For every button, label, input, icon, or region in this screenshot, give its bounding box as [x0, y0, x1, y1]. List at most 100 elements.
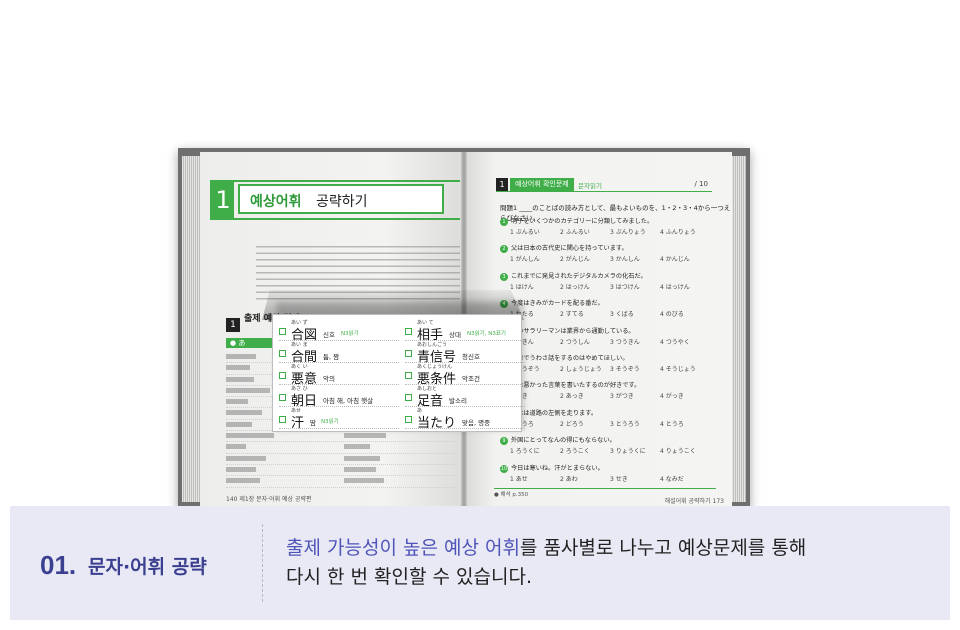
- quiz-choice: 4 りょうこく: [660, 448, 696, 456]
- quiz-choice: 4 ふんりょう: [660, 229, 696, 236]
- feature-line2: 다시 한 번 확인할 수 있습니다.: [286, 566, 532, 588]
- quiz-subtag: 문자읽기: [578, 182, 602, 190]
- checkbox-icon: [405, 416, 412, 423]
- chapter-header: 1 예상어휘 공략하기: [210, 180, 460, 220]
- vocab-meaning: 상대: [449, 331, 461, 339]
- checkbox-icon: [279, 394, 286, 401]
- checkbox-icon: [405, 394, 412, 401]
- vocab-kanji: 当たり: [417, 416, 457, 431]
- quiz-choice: 3 かんしん: [610, 256, 640, 264]
- quiz-choice: 3 くばる: [610, 311, 634, 319]
- quiz-item-number: 10: [500, 464, 508, 473]
- quiz-choice: 3 せき: [610, 475, 628, 483]
- quiz-item-number: 3: [500, 272, 508, 281]
- quiz-choice: 4 とうろ: [660, 420, 684, 428]
- vocab-entry: あくじょうけん 悪条件 악조건: [405, 363, 525, 387]
- feature-number: 01.: [40, 550, 77, 580]
- quiz-choice: 4 はっけん: [660, 283, 690, 291]
- quiz-item-text: 父は日本の古代史に関心を持っています。: [511, 245, 628, 253]
- quiz-choice: 3 そうぞう: [610, 365, 640, 373]
- quiz-item-line: 4今度はきみがカードを配る番だ。: [500, 298, 714, 309]
- quiz-choice: 2 つうしん: [560, 338, 590, 346]
- quiz-item-number: 1: [500, 218, 508, 226]
- quiz-choice: 1 ろうくに: [510, 448, 540, 456]
- quiz-choice: 4 なみだ: [660, 475, 684, 483]
- quiz-item: 9 外国にとってなんの得にもならない。 1 ろうくに 2 ろうこく 3 りょうくに 4 り…: [500, 435, 714, 462]
- quiz-item-text: 電車でうわさ話をするのはやめてほしい。: [511, 354, 629, 362]
- checkbox-icon: [405, 350, 412, 357]
- quiz-choice: 3 はつけん: [610, 283, 640, 291]
- vocab-entry: あさ ひ朝日 아침 해, 아침 햇살: [279, 385, 399, 409]
- quiz-item: 10 今日は寒いね。汗がとまらない。 1 あせ 2 あわ 3 せき 4 なみだ: [500, 463, 714, 490]
- feature-line1-rest: 를 품사별로 나누고 예상문제를 통해: [519, 537, 807, 559]
- feature-highlight: 출제 가능성이 높은 예상 어휘: [286, 537, 520, 559]
- vocab-entry: あ当たり 맞음, 명중: [405, 407, 525, 431]
- checkbox-icon: [405, 328, 412, 335]
- vocab-meaning: 땀: [310, 419, 316, 427]
- quiz-items: 1 明子をいくつかのカテゴリーに分類してみました。 1 ぶんるい 2 ふんるい 3 ぶん…: [500, 216, 714, 490]
- quiz-item: 3 これまでに発見されたデジタルカメラの化石だ。 1 はけん 2 はっけん 3 はつけん…: [500, 271, 714, 298]
- checkbox-icon: [279, 416, 286, 423]
- right-page-number: 해설어휘 공략하기 173: [664, 498, 724, 505]
- quiz-choice: 3 がつき: [610, 393, 634, 401]
- vocab-meaning: 발소리: [449, 397, 467, 405]
- vocab-row: [226, 465, 456, 477]
- zoom-callout: あい ず合図 신호 N3읽기 あい ま合間 틈, 짬 あく い悪意 악의 あさ ひ朝日 아침 해…: [272, 314, 525, 432]
- quiz-choice: 2 はっけん: [560, 283, 590, 291]
- quiz-choice: 4 がっき: [660, 393, 684, 401]
- vocab-level: N3읽기: [321, 419, 339, 425]
- quiz-item: 6電車でうわさ話をするのはやめてほしい。1 そうぞう2 しょうじょう3 そうぞう…: [500, 353, 714, 380]
- checkbox-icon: [405, 372, 412, 379]
- quiz-number: 1: [496, 178, 508, 191]
- vocab-meaning: 틈, 짬: [323, 353, 340, 361]
- quiz-bottom-note: ● 해석 p.350: [494, 488, 716, 498]
- vocab-entry: あい ず合図 신호 N3읽기: [279, 319, 399, 343]
- vocab-meaning: 맞음, 명중: [462, 419, 491, 427]
- quiz-choice: 3 つうきん: [610, 338, 640, 346]
- vocab-row: [226, 454, 456, 465]
- vocab-kanji: 汗: [291, 416, 305, 431]
- quiz-item-choices: 1 あき2 あっき3 がつき4 がっき: [500, 391, 714, 401]
- quiz-item-line: 2 父は日本の古代史に関心を持っています。: [500, 243, 714, 254]
- vocab-row: [226, 476, 456, 488]
- vocab-meaning: 신호: [323, 331, 335, 339]
- quiz-choice: 3 ぶんりょう: [610, 229, 646, 236]
- vocab-level: N3읽기, N3표기: [467, 331, 506, 337]
- quiz-item-text: これまでに発見されたデジタルカメラの化石だ。: [511, 272, 647, 280]
- quiz-item-text: このサラリーマンは業界から通勤している。: [511, 327, 635, 335]
- quiz-score: / 10: [694, 180, 709, 188]
- quiz-item-text: 今日は寒いね。汗がとまらない。: [511, 464, 604, 472]
- quiz-item-text: 明子をいくつかのカテゴリーに分類してみました。: [511, 218, 654, 225]
- vocab-meaning: 악조건: [462, 375, 480, 383]
- quiz-item-choices: 1 はけん 2 はっけん 3 はつけん 4 はっけん: [500, 282, 714, 292]
- quiz-choice: 4 そうじょう: [660, 365, 696, 373]
- quiz-item-line: 7私は悪かった言葉を書いたするのが好きです。: [500, 380, 714, 391]
- vocab-entry: あせ汗 땀 N3읽기: [279, 407, 399, 431]
- quiz-item: 4今度はきみがカードを配る番だ。1 わたる2 すてる3 くばる4 のびる: [500, 298, 714, 325]
- quiz-item-line: 6電車でうわさ話をするのはやめてほしい。: [500, 353, 714, 364]
- quiz-item-text: 私は悪かった言葉を書いたするのが好きです。: [511, 382, 641, 390]
- quiz-choice: 3 とうろう: [610, 420, 640, 428]
- vocab-meaning: 청신호: [462, 353, 480, 361]
- quiz-item-text: 今度はきみがカードを配る番だ。: [511, 300, 604, 308]
- quiz-choice: 4 のびる: [660, 311, 684, 319]
- quiz-item-line: 10 今日は寒いね。汗がとまらない。: [500, 463, 714, 474]
- quiz-item: 1 明子をいくつかのカテゴリーに分類してみました。 1 ぶんるい 2 ふんるい 3 ぶん…: [500, 216, 714, 243]
- quiz-item-choices: 1 がんしん 2 がんじん 3 かんしん 4 かんじん: [500, 254, 714, 264]
- quiz-choice: 2 どろう: [560, 420, 584, 428]
- quiz-choice: 2 すてる: [560, 311, 584, 319]
- quiz-choice: 3 りょうくに: [610, 448, 646, 456]
- info-divider: [262, 524, 263, 602]
- quiz-item: 5このサラリーマンは業界から通勤している。1 つきん2 つうしん3 つうきん4 …: [500, 326, 714, 353]
- quiz-item-choices: 1 そうぞう 2 しょうじょう 3 そうぞう 4 そうじょう: [500, 364, 714, 374]
- quiz-item-choices: 1 わたる2 すてる3 くばる4 のびる: [500, 309, 714, 319]
- quiz-item-choices: 1 どうろ2 どろう3 とうろう4 とうろ: [500, 419, 714, 429]
- quiz-item-choices: 1 ぶんるい 2 ふんるい 3 ぶんりょう 4 ふんりょう: [500, 227, 714, 237]
- quiz-item-line: 8日本は道路の左側を走ります。: [500, 408, 714, 419]
- quiz-item-line: 5このサラリーマンは業界から通勤している。: [500, 326, 714, 337]
- chapter-title-highlight: 예상어휘: [250, 194, 302, 210]
- page-edge-right: [732, 156, 746, 502]
- vocab-entry: あい ま合間 틈, 짬: [279, 341, 399, 365]
- vocab-entry: あしおと 足音 발소리: [405, 385, 525, 409]
- checkbox-icon: [279, 328, 286, 335]
